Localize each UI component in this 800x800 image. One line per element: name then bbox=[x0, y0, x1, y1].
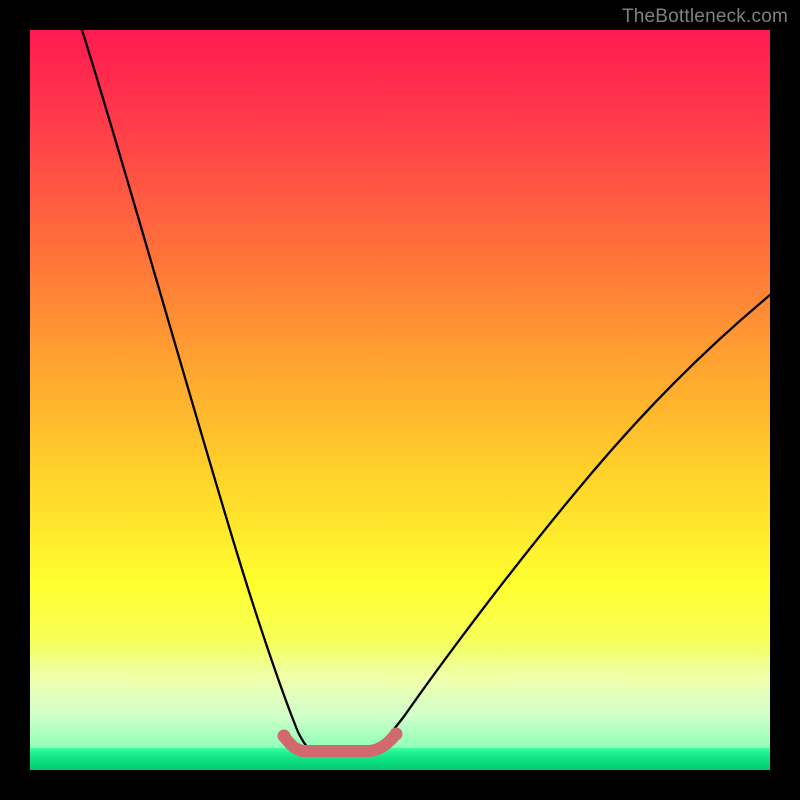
left-curve bbox=[82, 30, 311, 750]
curve-svg bbox=[30, 30, 770, 770]
valley-dot-left bbox=[278, 730, 291, 743]
right-curve bbox=[370, 295, 770, 750]
valley-dot-right bbox=[390, 728, 403, 741]
watermark-text: TheBottleneck.com bbox=[622, 6, 788, 28]
chart-frame: TheBottleneck.com bbox=[0, 0, 800, 800]
plot-area bbox=[30, 30, 770, 770]
